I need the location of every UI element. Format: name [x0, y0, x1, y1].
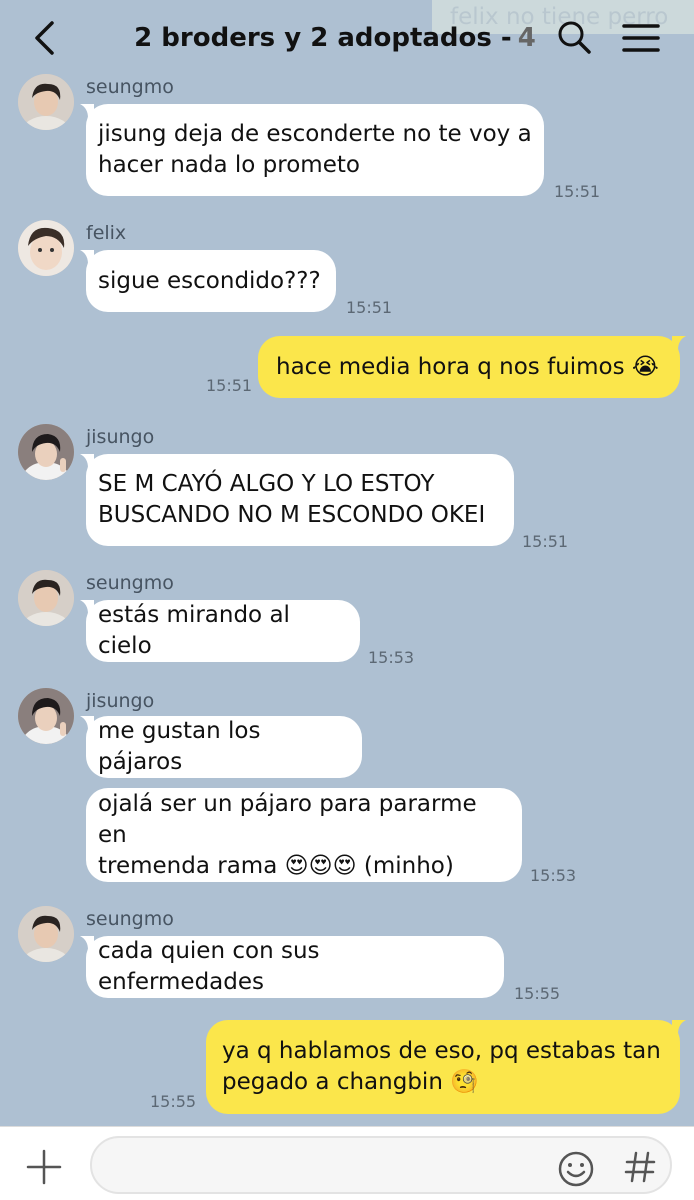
message-input-bar — [0, 1126, 694, 1200]
profile-photo — [18, 688, 74, 744]
message-time: 15:55 — [514, 984, 561, 1003]
message-text: SE M CAYÓ ALGO Y LO ESTOY BUSCANDO NO M … — [98, 471, 486, 528]
sender-name: jisungo — [86, 426, 155, 448]
message-bubble[interactable]: ya q hablamos de eso, pq estabas tan peg… — [206, 1020, 680, 1114]
menu-icon — [622, 24, 660, 52]
sender-name: seungmo — [86, 76, 174, 98]
message-bubble[interactable]: me gustan los pájaros — [86, 716, 362, 778]
message-bubble[interactable]: estás mirando al cielo — [86, 600, 360, 662]
message-time: 15:51 — [346, 298, 393, 317]
menu-button[interactable] — [620, 20, 662, 56]
profile-photo — [18, 570, 74, 626]
message-time: 15:51 — [522, 532, 569, 551]
avatar-jisungo[interactable] — [18, 688, 74, 744]
message-text: me gustan los pájaros — [98, 718, 261, 775]
avatar-seungmo[interactable] — [18, 906, 74, 962]
message-text: cada quien con sus enfermedades — [98, 938, 320, 995]
message-text: estás mirando al cielo — [98, 602, 290, 659]
avatar-felix[interactable] — [18, 220, 74, 276]
search-button[interactable] — [554, 18, 594, 58]
message-text: hace media hora q nos fuimos 😭 — [276, 353, 659, 380]
message-bubble[interactable]: SE M CAYÓ ALGO Y LO ESTOY BUSCANDO NO M … — [86, 454, 514, 546]
sender-name: seungmo — [86, 572, 174, 594]
attach-button[interactable] — [24, 1147, 64, 1187]
member-count: 4 — [517, 23, 536, 53]
avatar-seungmo[interactable] — [18, 74, 74, 130]
chat-header: felix no tiene perro 2 broders y 2 adopt… — [0, 0, 694, 76]
sender-name: jisungo — [86, 690, 155, 712]
message-bubble[interactable]: hace media hora q nos fuimos 😭 — [258, 336, 680, 398]
message-time: 15:53 — [530, 866, 577, 885]
profile-photo — [18, 220, 74, 276]
message-time: 15:55 — [150, 1092, 197, 1111]
back-icon — [35, 21, 54, 55]
message-bubble[interactable]: jisung deja de esconderte no te voy a ha… — [86, 104, 544, 196]
chat-title: 2 broders y 2 adoptados -4 — [110, 20, 560, 56]
message-bubble[interactable]: sigue escondido??? — [86, 250, 336, 312]
message-text: jisung deja de esconderte no te voy a ha… — [98, 121, 532, 178]
bubble-tail — [672, 1020, 686, 1034]
emoji-button[interactable] — [556, 1149, 596, 1189]
message-text: ojalá ser un pájaro para pararme en trem… — [98, 790, 477, 879]
profile-photo — [18, 424, 74, 480]
sender-name: seungmo — [86, 908, 174, 930]
message-time: 15:51 — [554, 182, 601, 201]
profile-photo — [18, 906, 74, 962]
message-text: ya q hablamos de eso, pq estabas tan peg… — [222, 1038, 661, 1095]
avatar-seungmo[interactable] — [18, 570, 74, 626]
avatar-jisungo[interactable] — [18, 424, 74, 480]
back-button[interactable] — [24, 16, 64, 60]
message-bubble[interactable]: cada quien con sus enfermedades — [86, 936, 504, 998]
search-icon — [558, 21, 591, 54]
message-time: 15:51 — [206, 376, 253, 395]
emoji-icon — [558, 1151, 594, 1187]
bubble-tail — [672, 336, 686, 350]
profile-photo — [18, 74, 74, 130]
hashtag-icon — [624, 1151, 656, 1183]
message-bubble[interactable]: ojalá ser un pájaro para pararme en trem… — [86, 788, 522, 882]
chat-title-text: 2 broders y 2 adoptados - — [134, 23, 512, 53]
message-text: sigue escondido??? — [98, 267, 321, 294]
sender-name: felix — [86, 222, 127, 244]
hashtag-button[interactable] — [622, 1149, 658, 1185]
plus-icon — [26, 1149, 62, 1185]
message-time: 15:53 — [368, 648, 415, 667]
